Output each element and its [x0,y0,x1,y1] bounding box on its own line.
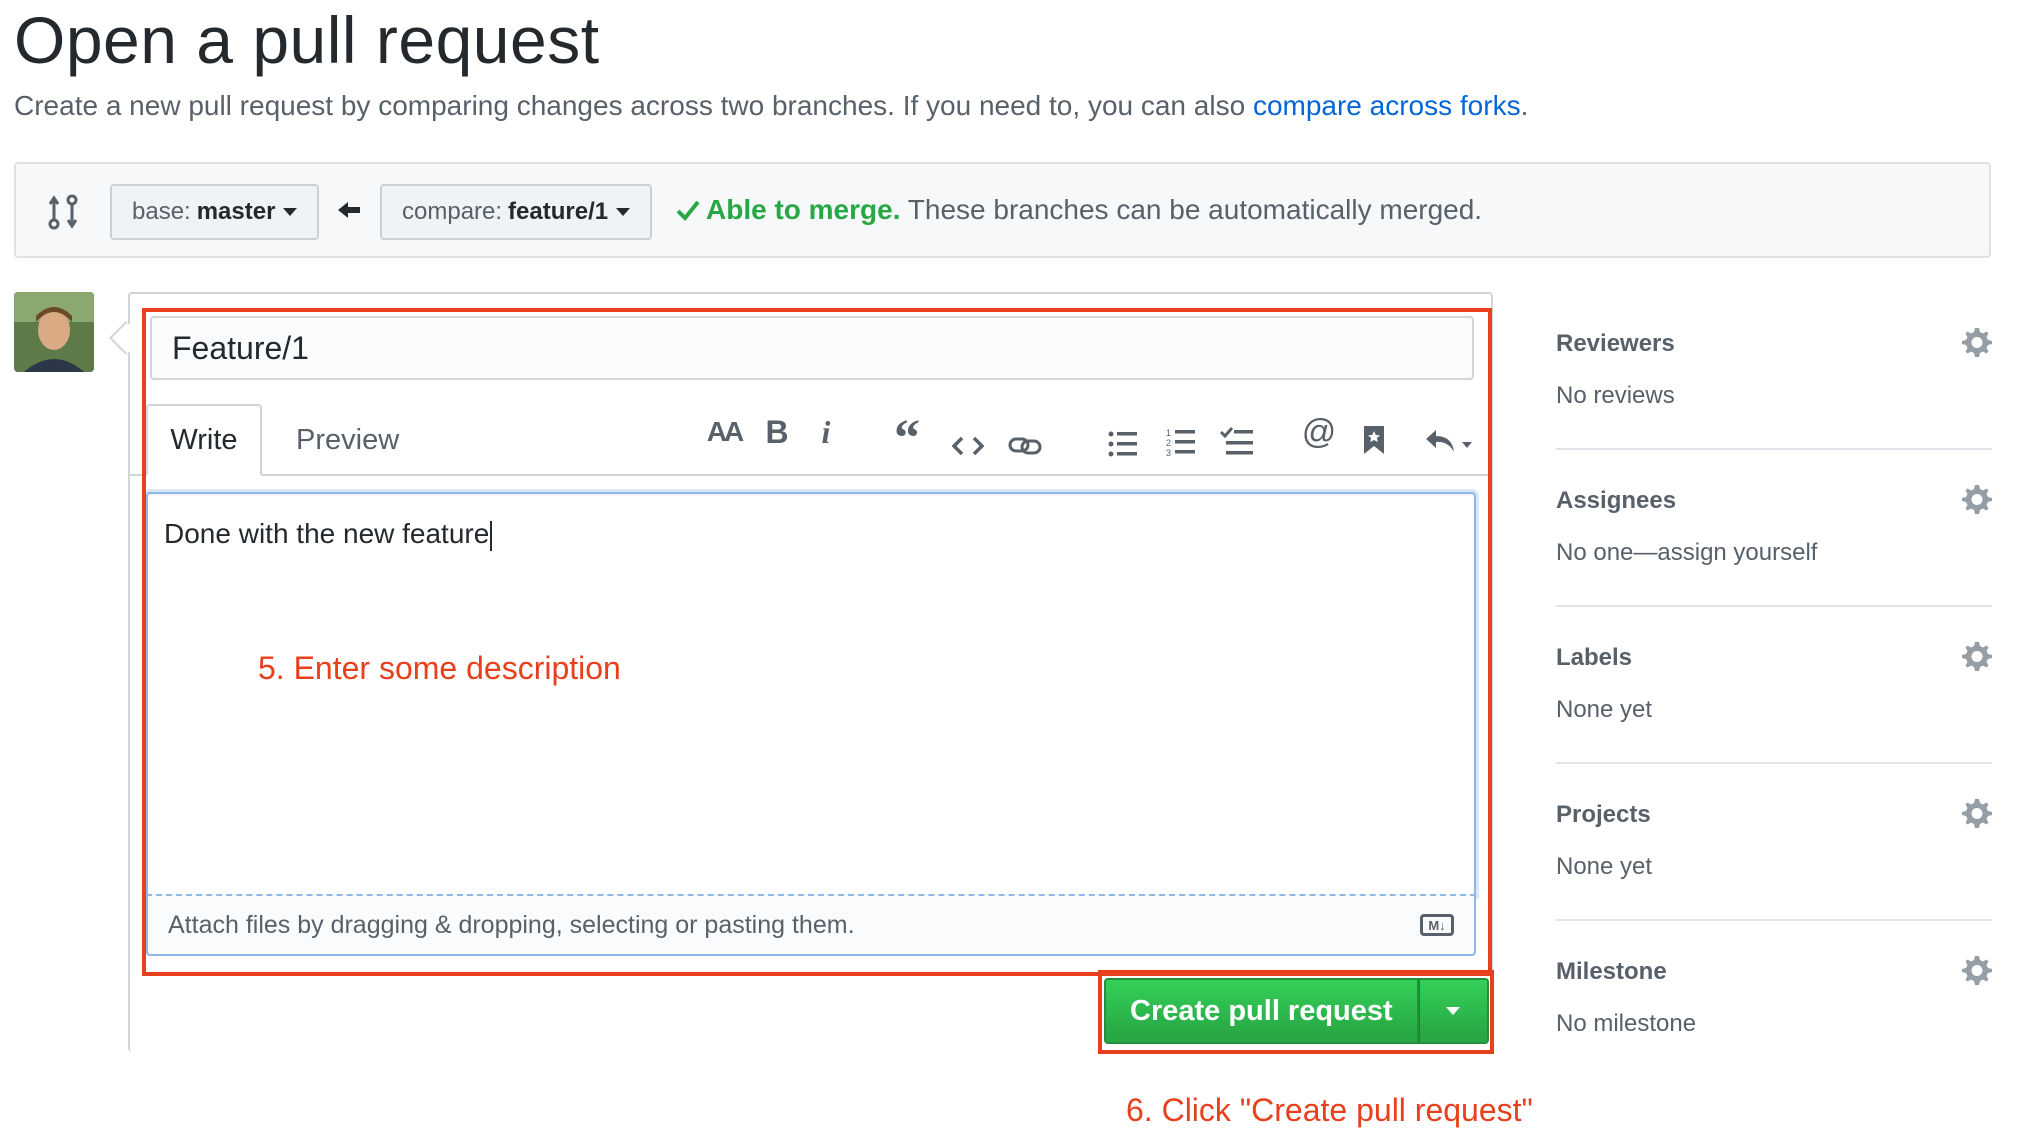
sidebar-reviewers-title: Reviewers [1556,330,1675,357]
sidebar-divider [1556,605,1992,607]
merge-detail-text: These branches can be automatically merg… [907,194,1483,225]
sidebar-divider [1556,762,1992,764]
base-label: base: [132,198,191,225]
sidebar-assignees-value[interactable]: No one—assign yourself [1556,539,1817,567]
base-branch-select[interactable]: base: master [110,184,320,240]
merge-ok-text: Able to merge. [706,194,901,225]
subtitle-end: . [1520,90,1529,121]
gear-icon[interactable] [1960,954,1992,986]
gear-icon[interactable] [1960,326,1992,358]
compare-bar: base: master compare: feature/1 Able to … [14,162,1991,258]
check-icon [676,200,700,221]
annotation-box-step6 [1098,970,1494,1054]
gear-icon[interactable] [1960,797,1992,829]
compare-across-forks-link[interactable]: compare across forks [1253,90,1521,121]
subtitle-text: Create a new pull request by comparing c… [14,90,1253,121]
chevron-down-icon [283,208,298,216]
compare-branch-select[interactable]: compare: feature/1 [380,184,653,240]
sidebar-projects-title: Projects [1556,801,1651,828]
page-subtitle: Create a new pull request by comparing c… [14,90,1528,122]
compare-label: compare: [402,198,503,225]
compare-icon [48,194,78,230]
sidebar-labels-value: None yet [1556,696,1653,723]
sidebar-milestone-value: No milestone [1556,1010,1697,1037]
arrow-left-icon [338,202,360,218]
sidebar-milestone-title: Milestone [1556,958,1667,985]
sidebar-labels-title: Labels [1556,644,1633,671]
base-branch-name: master [196,198,276,225]
avatar[interactable] [14,292,94,372]
compare-branch-name: feature/1 [508,198,609,225]
gear-icon[interactable] [1960,483,1992,515]
gear-icon[interactable] [1960,640,1992,672]
sidebar-reviewers-value: No reviews [1556,382,1675,409]
sidebar-divider [1556,919,1992,921]
sidebar-divider [1556,448,1992,450]
annotation-step6: 6. Click "Create pull request" [1126,1092,1533,1128]
chevron-down-icon [616,208,631,216]
annotation-step5: 5. Enter some description [258,650,621,686]
sidebar-projects-value: None yet [1556,853,1653,880]
merge-status: Able to merge. These branches can be aut… [676,194,1482,226]
page-title: Open a pull request [14,3,600,77]
annotation-box-step5 [142,308,1492,976]
avatar-image [14,292,94,372]
sidebar-assignees-title: Assignees [1556,487,1677,514]
